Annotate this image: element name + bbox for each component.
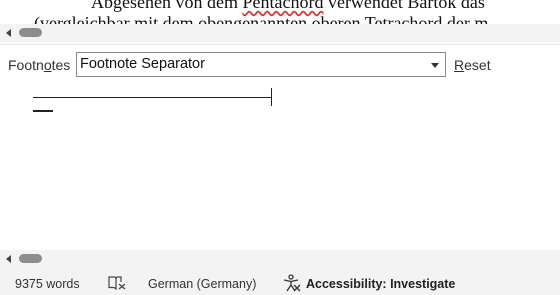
misspelled-word[interactable]: Pentachord (242, 0, 323, 12)
footnote-separator-line (33, 97, 271, 98)
footnotes-pane-toolbar: Footnotes Footnote Separator Reset (0, 44, 560, 82)
status-bar: 9375 words German (Germany) Accessibilit… (0, 268, 560, 295)
proofing-book-icon[interactable] (108, 276, 126, 290)
scroll-left-arrow-icon[interactable] (6, 255, 11, 263)
scroll-left-arrow-icon[interactable] (6, 29, 11, 37)
document-horizontal-scrollbar[interactable] (0, 24, 560, 42)
footnotes-type-dropdown[interactable]: Footnote Separator (76, 52, 446, 77)
accessibility-icon[interactable] (283, 274, 301, 292)
footnotes-label: Footnotes (8, 57, 71, 73)
document-line: (vergleichbar mit dem obengenannten ober… (34, 13, 489, 24)
document-page[interactable]: Abgesehen von dem Pentachord verwendet B… (0, 0, 560, 24)
separator-paragraph-mark (33, 110, 53, 112)
text-cursor (271, 88, 272, 106)
word-count[interactable]: 9375 words (15, 277, 80, 291)
footnotes-horizontal-scrollbar[interactable] (0, 250, 560, 268)
scrollbar-thumb[interactable] (19, 254, 42, 263)
scrollbar-thumb[interactable] (19, 28, 42, 37)
footnote-separator-editor[interactable] (0, 82, 560, 250)
dropdown-arrow-icon[interactable] (431, 63, 439, 68)
accessibility-status[interactable]: Accessibility: Investigate (306, 277, 455, 291)
language-indicator[interactable]: German (Germany) (148, 277, 256, 291)
reset-button[interactable]: Reset (454, 57, 491, 73)
document-line: Abgesehen von dem Pentachord verwendet B… (91, 0, 485, 13)
dropdown-selected-value: Footnote Separator (80, 56, 205, 72)
